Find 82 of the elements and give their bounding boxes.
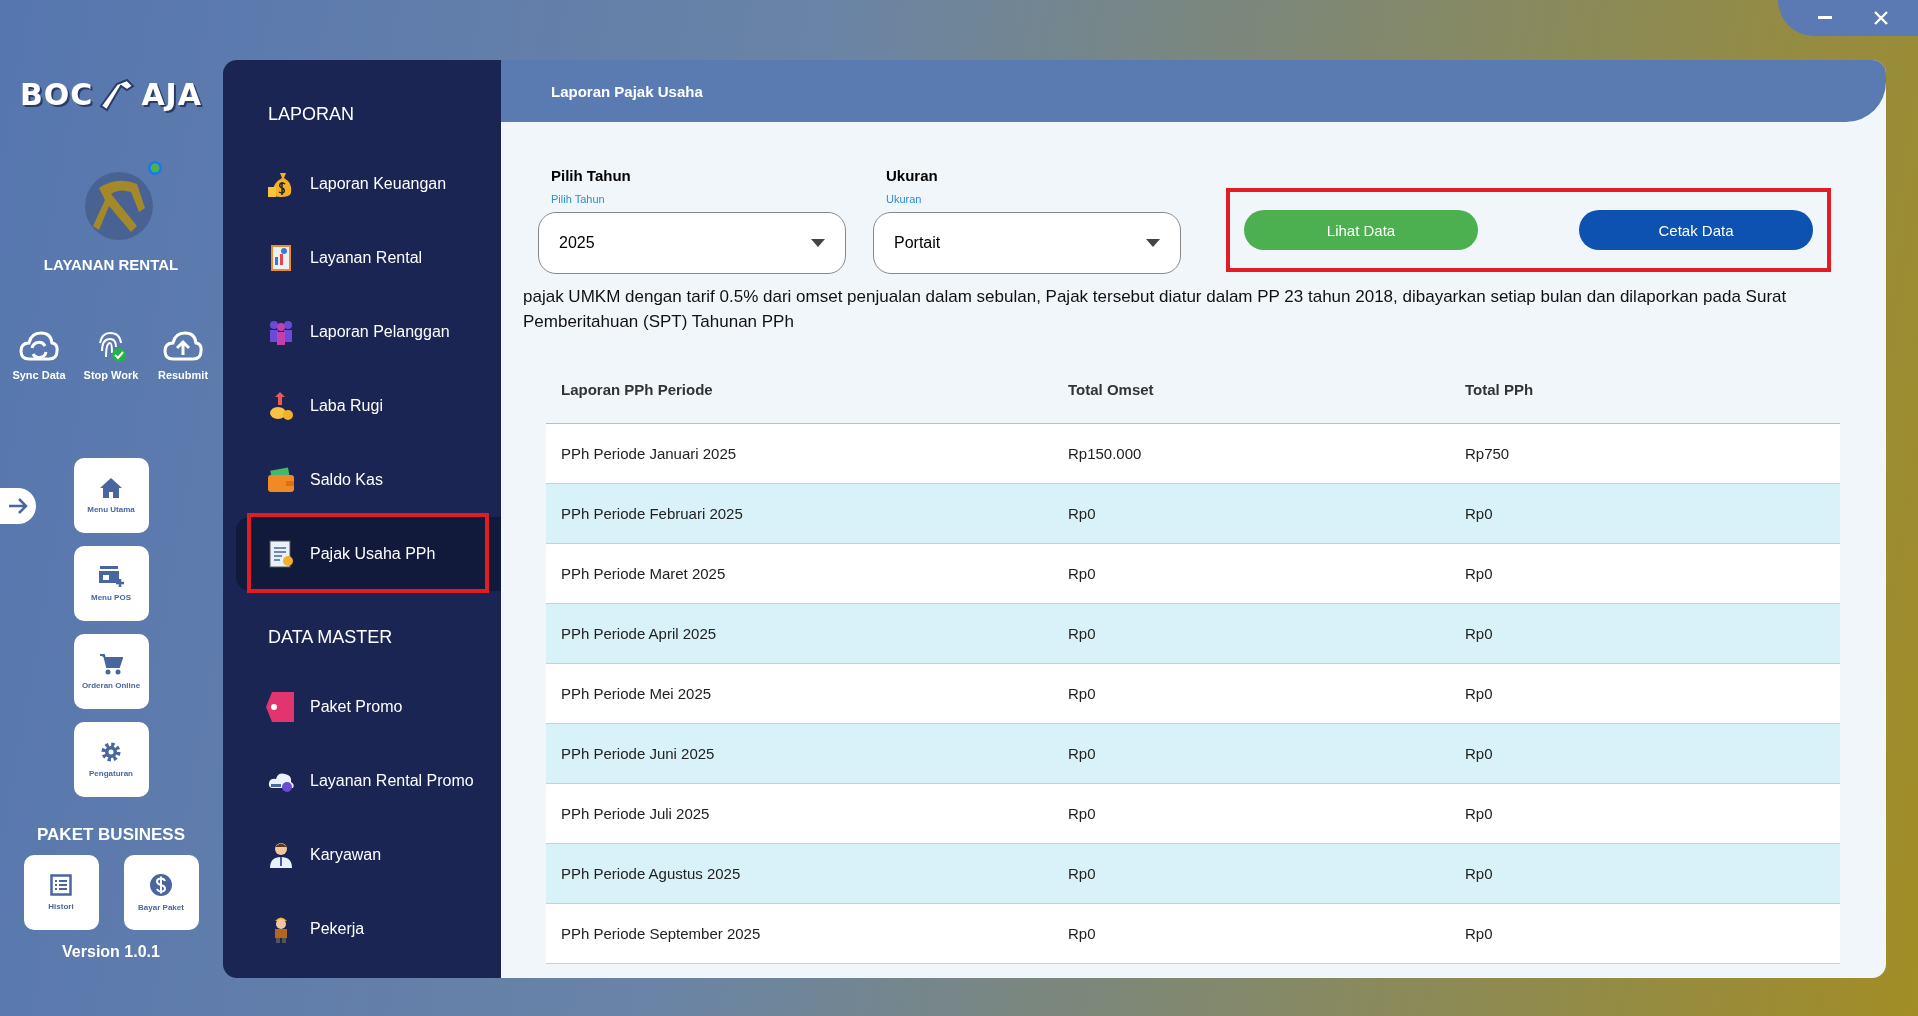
table-cell-text: Rp150.000 (1067, 445, 1143, 462)
table-cell-text: PPh Periode Maret 2025 (560, 565, 727, 582)
logo-text: AJA (141, 76, 202, 112)
close-icon[interactable] (1874, 11, 1888, 25)
nav-item[interactable]: Laporan Keuangan (236, 147, 501, 221)
wallet-icon (266, 465, 296, 495)
column-header: Total PPh (1464, 380, 1535, 398)
table-cell-text: PPh Periode Januari 2025 (560, 445, 738, 462)
table-cell-text: PPh Periode Mei 2025 (560, 685, 713, 702)
page-title: Laporan Pajak Usaha (551, 82, 703, 100)
list-icon (50, 874, 72, 896)
nav-item[interactable]: Pajak Usaha PPh (236, 517, 501, 591)
floating-label: Pilih Tahun (550, 193, 606, 207)
menu-tile[interactable]: Pengaturan (73, 722, 149, 797)
package-tile[interactable]: Bayar Paket (123, 855, 199, 930)
table-cell-text: Rp0 (1067, 925, 1097, 942)
description-text: pajak UMKM dengan tarif 0.5% dari omset penjualan dalam sebulan, Pajak tersebut diatur dalam PP 23 tahun 2018, dibayarkan setiap bulan dan dilaporkan pada Surat Pemberitahuan (SPT) Tahunan PPh (523, 286, 1788, 333)
version-text: Version 1.0.1 (62, 943, 160, 961)
store-icon (98, 565, 124, 587)
table-cell-text: Rp750 (1464, 445, 1511, 462)
cloud-sync-icon (19, 329, 59, 363)
nav-item[interactable]: Paket Promo (236, 670, 501, 744)
table-cell-text: Rp0 (1067, 745, 1097, 762)
table-cell-text: PPh Periode Februari 2025 (560, 505, 744, 522)
nav-item[interactable]: Pekerja (236, 892, 501, 966)
field-label: Ukuran (885, 167, 939, 186)
table-cell-text: Rp0 (1464, 805, 1494, 822)
menu-tile[interactable]: Orderan Online (73, 634, 149, 709)
caret-icon (1146, 239, 1160, 247)
table-cell-text: Rp0 (1464, 925, 1494, 942)
table-cell-text: Rp0 (1464, 565, 1494, 582)
tag-icon (266, 692, 296, 722)
field-label: Pilih Tahun (550, 167, 632, 186)
table-cell-text: Rp0 (1464, 865, 1494, 882)
section-title: DATA MASTER (267, 627, 394, 648)
table-cell-text: Rp0 (1067, 625, 1097, 642)
floating-label: Ukuran (885, 193, 923, 207)
table-cell-text: Rp0 (1464, 685, 1494, 702)
home-icon (99, 477, 123, 499)
table-cell-text: PPh Periode Juni 2025 (560, 745, 716, 762)
action-button[interactable]: Cetak Data (1579, 210, 1813, 250)
nav-item[interactable]: Karyawan (236, 818, 501, 892)
table-cell-text: Rp0 (1067, 805, 1097, 822)
table-cell-text: Rp0 (1067, 565, 1097, 582)
action-button[interactable]: Stop Work (80, 329, 142, 381)
action-button[interactable]: Sync Data (8, 329, 70, 381)
dropdown-field[interactable]: 2025 (538, 212, 846, 274)
table-cell-text: Rp0 (1067, 685, 1097, 702)
arrow-right-icon (7, 497, 29, 515)
settings-icon (100, 741, 122, 763)
minimize-icon[interactable] (1818, 16, 1832, 20)
nav-item[interactable]: Laporan Pelanggan (236, 295, 501, 369)
cloud-upload-icon (163, 329, 203, 363)
table-cell-text: PPh Periode April 2025 (560, 625, 718, 642)
nav-item[interactable]: Layanan Rental Promo (236, 744, 501, 818)
caret-icon (811, 239, 825, 247)
table-cell-text: Rp0 (1464, 745, 1494, 762)
table-cell-text: PPh Periode Agustus 2025 (560, 865, 742, 882)
column-header: Total Omset (1067, 380, 1155, 398)
table-cell-text: Rp0 (1464, 505, 1494, 522)
expand-tab[interactable] (0, 488, 36, 524)
dropdown-field[interactable]: Portait (873, 212, 1181, 274)
nav-item[interactable]: Saldo Kas (236, 443, 501, 517)
app-title: LAYANAN RENTAL (43, 256, 179, 273)
nav-item[interactable]: Layanan Rental (236, 221, 501, 295)
menu-tile[interactable]: Menu POS (73, 546, 149, 621)
cart-icon (99, 653, 123, 675)
package-tile[interactable]: Histori (23, 855, 99, 930)
tax-document-icon (266, 539, 296, 569)
table-cell-text: PPh Periode September 2025 (560, 925, 762, 942)
table-cell-text: Rp0 (1067, 865, 1097, 882)
logo-text: BOC (20, 76, 94, 112)
section-title: LAPORAN (267, 104, 356, 125)
column-header: Laporan PPh Periode (560, 380, 714, 398)
nav-item[interactable]: Laba Rugi (236, 369, 501, 443)
menu-tile[interactable]: Menu Utama (73, 458, 149, 533)
table-cell-text: Rp0 (1067, 505, 1097, 522)
action-button[interactable]: Resubmit (152, 329, 214, 381)
table-cell-text: Rp0 (1464, 625, 1494, 642)
table-cell-text: PPh Periode Juli 2025 (560, 805, 711, 822)
dollar-icon (149, 873, 173, 897)
package-title: PAKET BUSINESS (37, 825, 185, 845)
